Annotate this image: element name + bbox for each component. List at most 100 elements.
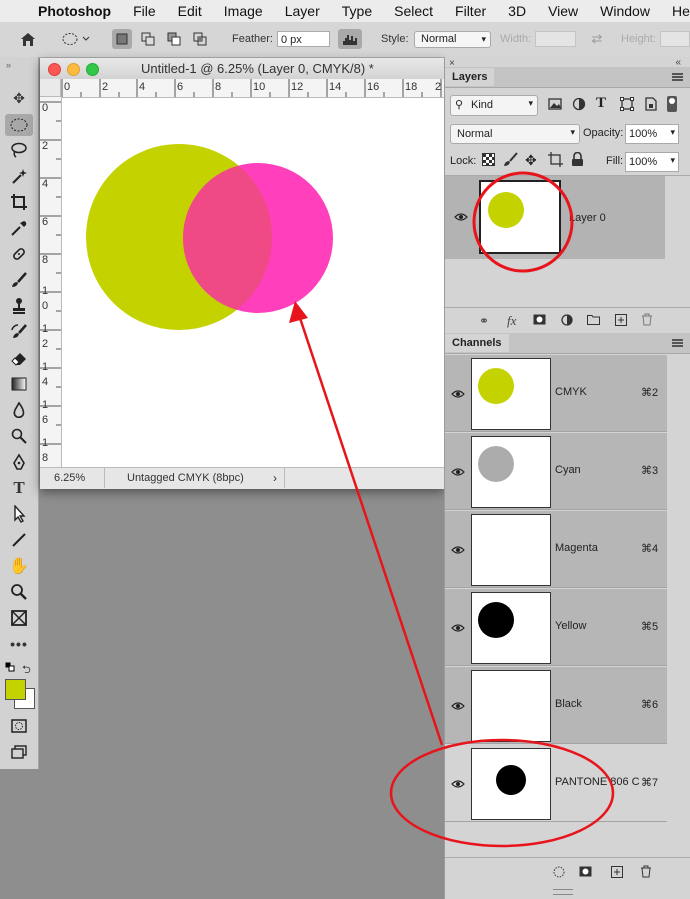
panel-resize-grip[interactable] <box>553 889 573 895</box>
channels-panel-menu-icon[interactable] <box>672 339 683 347</box>
more-tools-icon[interactable]: ••• <box>5 633 33 655</box>
eye-icon[interactable] <box>451 621 465 635</box>
lock-artboard-icon[interactable] <box>548 152 563 167</box>
tab-layers[interactable]: Layers <box>445 68 495 86</box>
quick-mask-icon[interactable] <box>5 715 33 737</box>
menu-help[interactable]: Help <box>672 3 690 19</box>
zoom-icon[interactable] <box>86 63 99 76</box>
eraser-tool-icon[interactable] <box>5 347 33 369</box>
eye-icon[interactable] <box>451 777 465 791</box>
layer-name[interactable]: Layer 0 <box>569 212 606 224</box>
subtract-selection-icon[interactable] <box>164 29 184 49</box>
path-selection-tool-icon[interactable] <box>5 503 33 525</box>
channel-row[interactable]: Black ⌘6 <box>445 667 667 744</box>
marquee-preset-picker[interactable] <box>58 29 94 49</box>
move-tool-icon[interactable]: ✥ <box>5 87 33 109</box>
anti-alias-icon[interactable] <box>338 29 362 49</box>
foreground-color-swatch[interactable] <box>5 679 26 700</box>
width-input[interactable] <box>535 31 576 47</box>
adjustment-icon[interactable] <box>561 314 573 329</box>
crop-tool-icon[interactable] <box>5 191 33 213</box>
save-selection-icon[interactable] <box>579 866 592 880</box>
filter-toggle-icon[interactable] <box>667 96 677 112</box>
new-layer-icon[interactable] <box>615 314 627 329</box>
new-selection-icon[interactable] <box>112 29 132 49</box>
swap-colors-icon[interactable]: ⮌ <box>22 661 31 680</box>
eye-icon[interactable] <box>451 699 465 713</box>
channel-row[interactable]: Magenta ⌘4 <box>445 511 667 588</box>
layer-thumbnail[interactable] <box>479 180 561 254</box>
tab-channels[interactable]: Channels <box>445 334 509 352</box>
menu-layer[interactable]: Layer <box>285 3 320 19</box>
menu-view[interactable]: View <box>548 3 578 19</box>
intersect-selection-icon[interactable] <box>190 29 210 49</box>
app-menu[interactable]: Photoshop <box>38 3 111 19</box>
mask-icon[interactable] <box>533 314 546 328</box>
default-colors-icon[interactable] <box>5 662 15 674</box>
eye-icon[interactable] <box>454 210 468 224</box>
minimize-icon[interactable] <box>67 63 80 76</box>
healing-brush-tool-icon[interactable] <box>5 243 33 265</box>
eye-icon[interactable] <box>451 465 465 479</box>
filter-type-icon[interactable]: T <box>596 95 606 112</box>
swap-icon[interactable]: ⇄ <box>587 29 607 49</box>
opacity-input[interactable]: 100% ▾ <box>625 124 679 144</box>
lasso-tool-icon[interactable] <box>5 139 33 161</box>
channel-row[interactable]: CMYK ⌘2 <box>445 355 667 432</box>
clone-stamp-tool-icon[interactable] <box>5 295 33 317</box>
filter-smart-object-icon[interactable] <box>643 96 659 112</box>
eyedropper-tool-icon[interactable] <box>5 217 33 239</box>
layer-row[interactable]: Layer 0 <box>445 176 665 259</box>
feather-input[interactable]: 0 px <box>277 31 330 47</box>
menu-type[interactable]: Type <box>342 3 372 19</box>
menu-3d[interactable]: 3D <box>508 3 526 19</box>
filter-adjustment-icon[interactable] <box>571 96 587 112</box>
menu-edit[interactable]: Edit <box>178 3 202 19</box>
trash-icon[interactable] <box>641 313 653 329</box>
filter-image-icon[interactable] <box>547 96 563 112</box>
height-input[interactable] <box>660 31 690 47</box>
filter-shape-icon[interactable] <box>619 96 635 112</box>
hand-tool-icon[interactable]: ✋ <box>5 555 33 577</box>
menu-select[interactable]: Select <box>394 3 433 19</box>
menu-window[interactable]: Window <box>600 3 650 19</box>
layer-filter-select[interactable]: ⚲ Kind ▾ <box>450 95 538 116</box>
home-icon[interactable] <box>18 29 38 49</box>
magic-wand-tool-icon[interactable] <box>5 165 33 187</box>
status-menu-arrow[interactable]: › <box>273 471 277 485</box>
elliptical-marquee-tool-icon[interactable] <box>5 114 33 136</box>
zoom-tool-icon[interactable] <box>5 581 33 603</box>
channel-row[interactable]: Yellow ⌘5 <box>445 589 667 666</box>
color-profile-info[interactable]: Untagged CMYK (8bpc) <box>127 472 244 484</box>
lock-pixels-icon[interactable] <box>503 152 518 167</box>
menu-filter[interactable]: Filter <box>455 3 486 19</box>
gradient-tool-icon[interactable] <box>5 373 33 395</box>
close-icon[interactable] <box>48 63 61 76</box>
type-tool-icon[interactable]: T <box>5 477 33 499</box>
fill-input[interactable]: 100% ▾ <box>625 152 679 172</box>
load-selection-icon[interactable] <box>553 866 565 881</box>
channel-row[interactable]: PANTONE 806 C ⌘7 <box>445 745 667 822</box>
collapse-icon[interactable]: » <box>6 60 11 70</box>
eye-icon[interactable] <box>451 387 465 401</box>
add-selection-icon[interactable] <box>138 29 158 49</box>
layers-panel-menu-icon[interactable] <box>672 73 683 81</box>
eye-icon[interactable] <box>451 543 465 557</box>
lock-transparency-icon[interactable] <box>482 153 495 166</box>
dodge-tool-icon[interactable] <box>5 425 33 447</box>
fx-icon[interactable]: fx <box>507 313 516 329</box>
blend-mode-select[interactable]: Normal ▾ <box>450 124 580 144</box>
channel-row[interactable]: Cyan ⌘3 <box>445 433 667 510</box>
frame-tool-icon[interactable] <box>5 607 33 629</box>
line-tool-icon[interactable] <box>5 529 33 551</box>
document-canvas[interactable] <box>62 98 444 467</box>
new-channel-icon[interactable] <box>611 866 623 881</box>
history-brush-tool-icon[interactable] <box>5 321 33 343</box>
zoom-level[interactable]: 6.25% <box>54 472 85 484</box>
style-select[interactable]: Normal ▾ <box>414 31 491 48</box>
pen-tool-icon[interactable] <box>5 451 33 473</box>
screen-mode-icon[interactable] <box>5 741 33 763</box>
menu-file[interactable]: File <box>133 3 156 19</box>
lock-all-icon[interactable] <box>571 151 584 167</box>
lock-position-icon[interactable]: ✥ <box>525 152 537 169</box>
